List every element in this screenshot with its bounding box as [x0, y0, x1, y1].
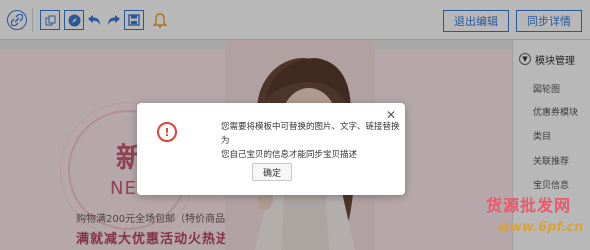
alert-icon: ! [157, 122, 177, 142]
watermark-url: www.6pf.cn [498, 220, 584, 235]
site-watermark: 货源批发网 www.6pf.cn [486, 192, 586, 244]
dialog-message-line2: 您自己宝贝的信息才能同步宝贝描述 [221, 150, 358, 160]
confirm-button[interactable]: 确定 [252, 163, 292, 181]
dialog-message: 您需要将模板中可替换的图片、文字、链接替换为 您自己宝贝的信息才能同步宝贝描述 [221, 120, 405, 162]
alert-dialog: ✕ ! 您需要将模板中可替换的图片、文字、链接替换为 您自己宝贝的信息才能同步宝… [137, 103, 405, 195]
dialog-message-line1: 您需要将模板中可替换的图片、文字、链接替换为 [221, 122, 400, 146]
watermark-text: 货源批发网 [486, 196, 572, 215]
